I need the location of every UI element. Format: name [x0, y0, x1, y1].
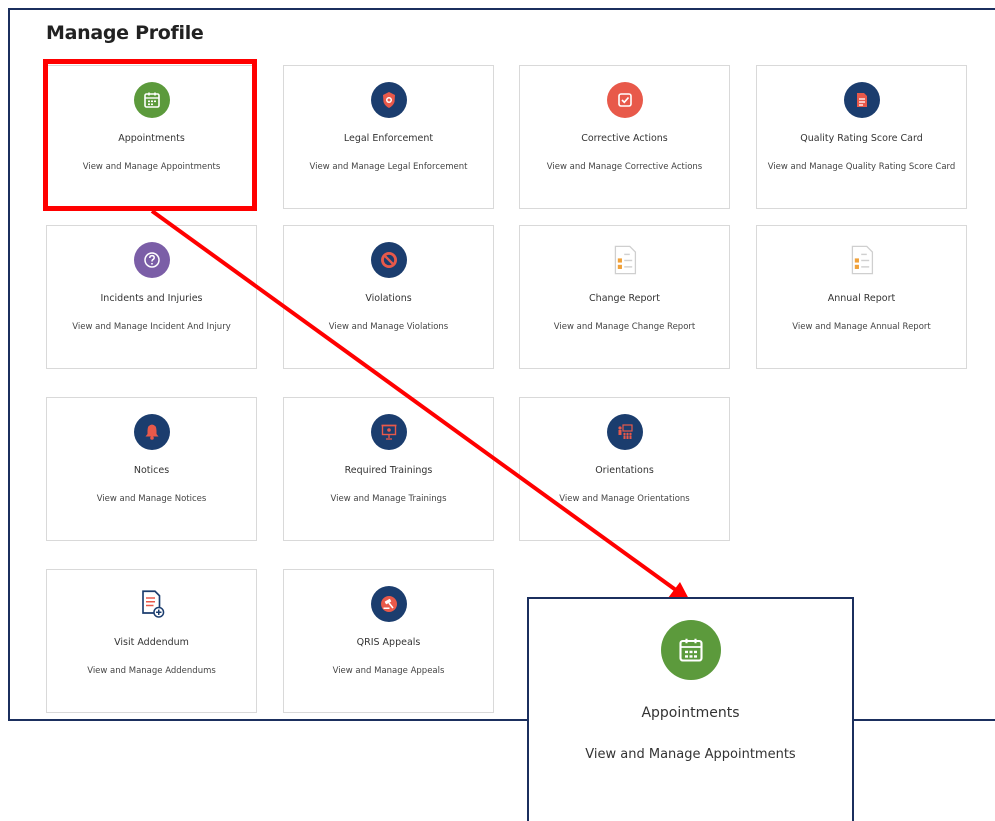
document-add-icon: [134, 586, 170, 622]
card-qris-appeals[interactable]: QRIS Appeals View and Manage Appeals: [283, 569, 494, 713]
checkbox-icon: [606, 82, 643, 118]
card-title: Incidents and Injuries: [100, 293, 203, 304]
card-violations[interactable]: Violations View and Manage Violations: [283, 225, 494, 369]
presentation-icon: [370, 414, 407, 450]
card-corrective-actions[interactable]: Corrective Actions View and Manage Corre…: [519, 65, 730, 209]
card-link[interactable]: View and Manage Appointments: [57, 160, 246, 175]
gavel-icon: [370, 586, 407, 622]
card-title: Required Trainings: [344, 465, 433, 476]
calendar-icon: [133, 82, 170, 118]
question-icon: [133, 242, 170, 278]
card-link[interactable]: View and Manage Legal Enforcement: [294, 160, 483, 175]
zoomed-appointments-card[interactable]: Appointments View and Manage Appointment…: [527, 597, 854, 821]
card-title: Orientations: [595, 465, 654, 476]
badge-icon: [370, 82, 407, 118]
card-link[interactable]: View and Manage Change Report: [530, 320, 719, 335]
zoom-card-title: Appointments: [641, 705, 740, 721]
report-document-icon: [844, 242, 880, 278]
card-notices[interactable]: Notices View and Manage Notices: [46, 397, 257, 541]
card-link[interactable]: View and Manage Notices: [57, 492, 246, 507]
zoom-card-link[interactable]: View and Manage Appointments: [529, 747, 852, 762]
card-link[interactable]: View and Manage Appeals: [294, 664, 483, 679]
card-link[interactable]: View and Manage Incident And Injury: [57, 320, 246, 335]
prohibited-icon: [370, 242, 407, 278]
card-title: Notices: [133, 465, 170, 476]
card-link[interactable]: View and Manage Corrective Actions: [530, 160, 719, 175]
card-change-report[interactable]: Change Report View and Manage Change Rep…: [519, 225, 730, 369]
card-annual-report[interactable]: Annual Report View and Manage Annual Rep…: [756, 225, 967, 369]
card-link[interactable]: View and Manage Annual Report: [767, 320, 956, 335]
card-title: Change Report: [589, 293, 660, 304]
card-title: Quality Rating Score Card: [800, 133, 923, 144]
card-incidents[interactable]: Incidents and Injuries View and Manage I…: [46, 225, 257, 369]
card-title: Annual Report: [827, 293, 896, 304]
card-title: Appointments: [118, 133, 185, 144]
calendar-icon: [660, 620, 721, 680]
card-title: Violations: [365, 293, 412, 304]
card-link[interactable]: View and Manage Addendums: [57, 664, 246, 679]
card-link[interactable]: View and Manage Violations: [294, 320, 483, 335]
card-title: Corrective Actions: [581, 133, 668, 144]
card-title: Visit Addendum: [114, 637, 189, 648]
page-title: Manage Profile: [46, 22, 204, 44]
card-title: Legal Enforcement: [343, 133, 434, 144]
scorecard-icon: [843, 82, 880, 118]
card-link[interactable]: View and Manage Trainings: [294, 492, 483, 507]
card-required-trainings[interactable]: Required Trainings View and Manage Train…: [283, 397, 494, 541]
card-title: QRIS Appeals: [356, 637, 421, 648]
card-appointments[interactable]: Appointments View and Manage Appointment…: [46, 65, 257, 209]
bell-icon: [133, 414, 170, 450]
card-quality-rating[interactable]: Quality Rating Score Card View and Manag…: [756, 65, 967, 209]
group-presentation-icon: [606, 414, 643, 450]
card-visit-addendum[interactable]: Visit Addendum View and Manage Addendums: [46, 569, 257, 713]
report-document-icon: [607, 242, 643, 278]
card-orientations[interactable]: Orientations View and Manage Orientation…: [519, 397, 730, 541]
card-legal-enforcement[interactable]: Legal Enforcement View and Manage Legal …: [283, 65, 494, 209]
card-link[interactable]: View and Manage Quality Rating Score Car…: [767, 160, 956, 175]
card-link[interactable]: View and Manage Orientations: [530, 492, 719, 507]
